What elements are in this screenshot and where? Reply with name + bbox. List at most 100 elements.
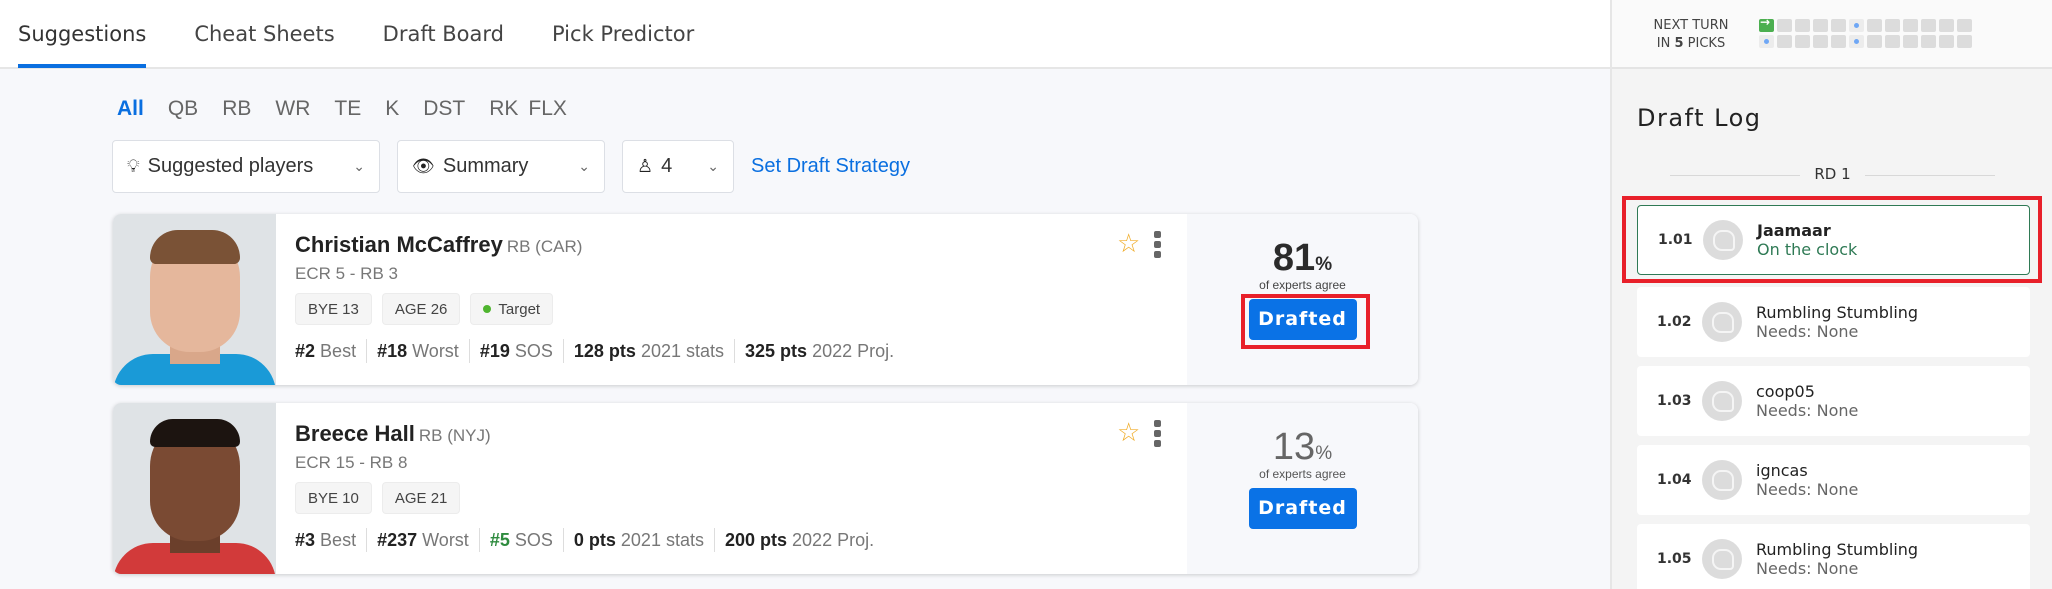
agree-percent: 13 — [1272, 426, 1316, 468]
target-dot-icon — [483, 305, 492, 313]
tab-draft-board[interactable]: Draft Board — [383, 0, 504, 67]
user-icon: ♙ — [637, 156, 654, 176]
stat-2021: 128 pts 2021 stats — [562, 339, 734, 363]
chevron-down-icon: ⌄ — [578, 158, 590, 174]
dropdown-value: 4 — [661, 155, 673, 177]
star-icon[interactable]: ☆ — [1117, 418, 1140, 448]
stat-worst: #18 Worst — [366, 339, 469, 363]
player-photo — [113, 214, 276, 385]
player-position-team: RB (CAR) — [506, 237, 583, 256]
pick-slot — [1957, 19, 1972, 32]
helmet-icon — [1702, 539, 1742, 579]
team-name: Jaamaar — [1757, 221, 1831, 240]
pick-slot-mine — [1849, 35, 1864, 48]
pick-status: Needs: None — [1756, 559, 1859, 578]
player-badges: BYE 10 AGE 21 — [295, 482, 884, 514]
stat-worst: #237 Worst — [366, 528, 479, 552]
player-count-dropdown[interactable]: ♙ 4 ⌄ — [622, 140, 734, 193]
tab-pick-predictor[interactable]: Pick Predictor — [552, 0, 694, 67]
pick-number: 1.01 — [1658, 232, 1693, 248]
pick-slot — [1903, 35, 1918, 48]
pick-slot-current — [1759, 15, 1774, 32]
lightbulb-icon: 💡︎ — [127, 156, 140, 176]
stat-2022-proj: 200 pts 2022 Proj. — [713, 528, 884, 552]
pick-slot — [1885, 35, 1900, 48]
more-options-icon[interactable] — [1154, 420, 1162, 450]
player-info: Christian McCaffrey RB (CAR) ECR 5 - RB 3… — [295, 232, 904, 363]
star-icon[interactable]: ☆ — [1117, 229, 1140, 259]
draft-pick-1-05[interactable]: 1.05 Rumbling Stumbling Needs: None — [1637, 524, 2030, 589]
player-photo — [113, 403, 276, 574]
suggested-players-dropdown[interactable]: 💡︎ Suggested players ⌄ — [112, 140, 380, 193]
pick-status: On the clock — [1757, 240, 1858, 259]
position-wr[interactable]: WR — [275, 97, 310, 121]
team-name: igncas — [1756, 461, 1808, 480]
helmet-icon — [1702, 460, 1742, 500]
age-badge: AGE 26 — [381, 293, 461, 325]
draft-log-title: Draft Log — [1637, 104, 1762, 132]
next-turn-header: NEXT TURN IN 5 PICKS — [1612, 0, 2052, 69]
pick-number: 1.05 — [1657, 551, 1692, 567]
team-name: Rumbling Stumbling — [1756, 303, 1919, 322]
draft-pick-1-02[interactable]: 1.02 Rumbling Stumbling Needs: None — [1637, 287, 2030, 357]
target-label: Target — [498, 300, 541, 318]
pick-slot — [1921, 35, 1936, 48]
tab-cheat-sheets[interactable]: Cheat Sheets — [194, 0, 334, 67]
pick-slot-mine — [1759, 35, 1774, 48]
pick-slot — [1795, 35, 1810, 48]
position-qb[interactable]: QB — [168, 97, 198, 121]
position-dst[interactable]: DST — [423, 97, 465, 121]
eye-icon: 👁︎ — [412, 156, 435, 176]
picks-until-turn: 5 — [1674, 36, 1684, 51]
player-stats: #2 Best #18 Worst #19 SOS 128 pts 2021 s… — [295, 339, 904, 363]
pick-slot — [1795, 19, 1810, 32]
position-k[interactable]: K — [385, 97, 399, 121]
player-card: Breece Hall RB (NYJ) ECR 15 - RB 8 BYE 10… — [113, 403, 1418, 574]
summary-dropdown[interactable]: 👁︎ Summary ⌄ — [397, 140, 605, 193]
player-name[interactable]: Breece Hall — [295, 421, 415, 446]
helmet-icon — [1702, 302, 1742, 342]
tab-suggestions[interactable]: Suggestions — [18, 0, 147, 68]
player-ecr: ECR 5 - RB 3 — [295, 264, 398, 283]
pick-grid — [1759, 15, 1975, 51]
pick-slot — [1957, 35, 1972, 48]
pick-slot — [1831, 35, 1846, 48]
stat-sos: #19 SOS — [468, 339, 563, 363]
pick-slot — [1939, 19, 1954, 32]
position-rb[interactable]: RB — [222, 97, 251, 121]
suggestions-panel: All QB RB WR TE K DST RK FLX 💡︎ Suggeste… — [0, 69, 1610, 589]
draft-pick-1-01[interactable]: 1.01 Jaamaar On the clock — [1637, 205, 2030, 275]
agree-label: of experts agree — [1259, 278, 1346, 292]
draft-pick-1-03[interactable]: 1.03 coop05 Needs: None — [1637, 366, 2030, 436]
app-root: Suggestions Cheat Sheets Draft Board Pic… — [0, 0, 2052, 589]
drafted-button[interactable]: Drafted — [1248, 488, 1357, 529]
team-name: Rumbling Stumbling — [1756, 540, 1919, 559]
helmet-icon — [1702, 381, 1742, 421]
position-te[interactable]: TE — [334, 97, 361, 121]
player-name[interactable]: Christian McCaffrey — [295, 232, 503, 257]
stat-sos: #5 SOS — [478, 528, 563, 552]
stat-best: #2 Best — [295, 341, 357, 361]
position-all[interactable]: All — [117, 97, 144, 121]
top-nav: Suggestions Cheat Sheets Draft Board Pic… — [0, 0, 1610, 69]
stat-best: #3 Best — [295, 530, 357, 550]
team-name: coop05 — [1756, 382, 1815, 401]
drafted-button[interactable]: Drafted — [1248, 299, 1357, 340]
pick-slot — [1777, 35, 1792, 48]
position-flx[interactable]: FLX — [528, 97, 567, 121]
pick-slot — [1813, 35, 1828, 48]
dropdown-value: Summary — [442, 155, 529, 177]
pick-status: Needs: None — [1756, 480, 1859, 499]
pick-slot — [1921, 19, 1936, 32]
more-options-icon[interactable] — [1154, 231, 1162, 261]
pick-slot — [1867, 35, 1882, 48]
position-rk[interactable]: RK — [489, 97, 518, 121]
pick-grid-row — [1759, 15, 1975, 32]
set-draft-strategy-link[interactable]: Set Draft Strategy — [751, 155, 910, 178]
draft-pick-1-04[interactable]: 1.04 igncas Needs: None — [1637, 445, 2030, 515]
pick-slot — [1903, 19, 1918, 32]
pick-number: 1.04 — [1657, 472, 1692, 488]
position-filter: All QB RB WR TE K DST RK FLX — [117, 97, 591, 121]
stat-2021: 0 pts 2021 stats — [562, 528, 714, 552]
player-badges: BYE 13 AGE 26 Target — [295, 293, 904, 325]
